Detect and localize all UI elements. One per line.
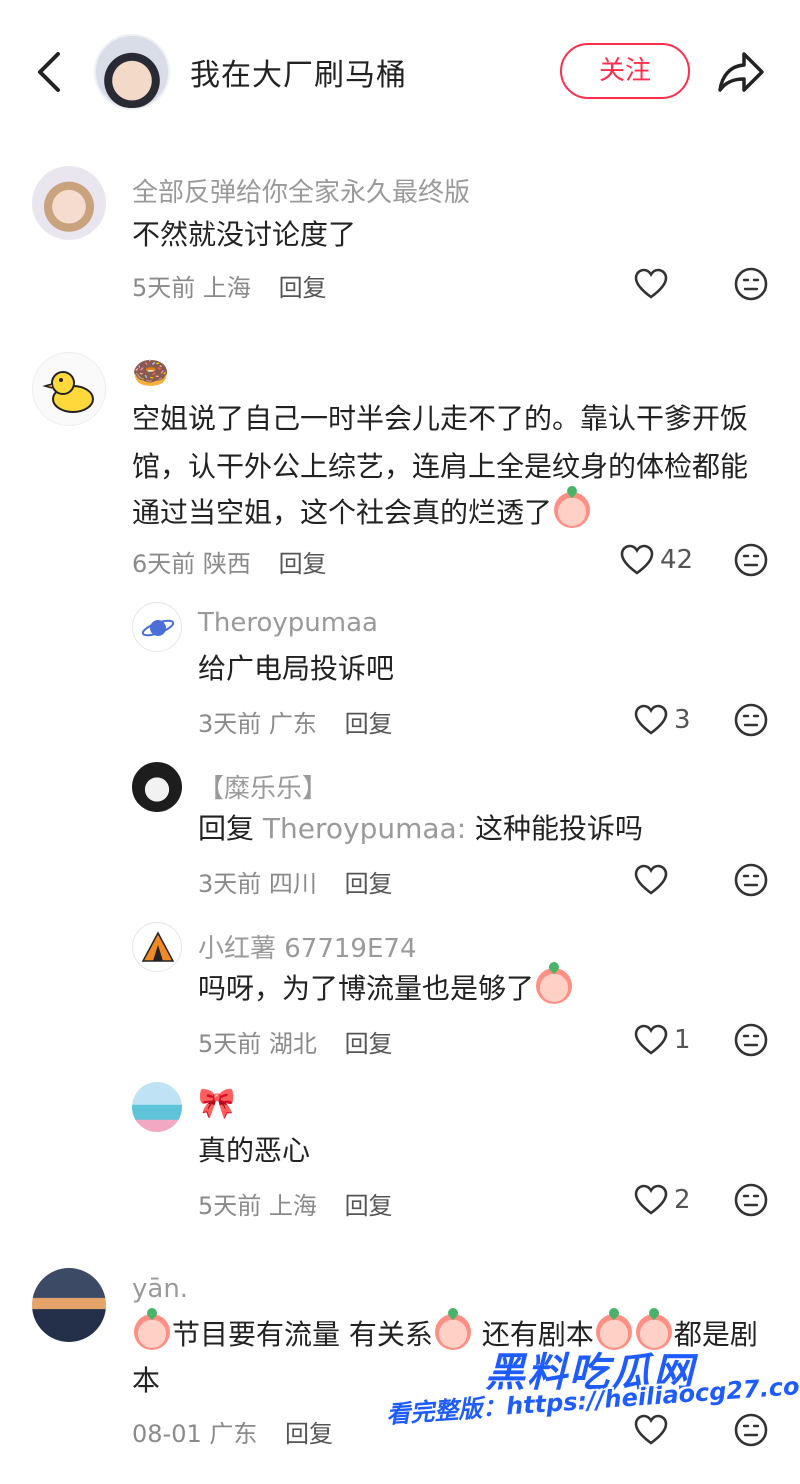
dislike-face-icon[interactable] <box>734 863 768 897</box>
comment-text-line: 吗呀，为了博流量也是够了 <box>198 966 574 1012</box>
comment-text: 通过当空姐，这个社会真的烂透了 <box>132 496 553 529</box>
dislike-face-icon[interactable] <box>734 267 768 301</box>
heart-icon <box>634 1184 668 1215</box>
author-name[interactable]: 我在大厂刷马桶 <box>190 50 407 94</box>
comment-meta: 6天前 陕西 回复 <box>132 544 327 579</box>
crying-emoji-icon <box>554 492 591 528</box>
comment-location: 广东 <box>268 710 317 738</box>
reply-button[interactable]: 回复 <box>279 274 327 302</box>
commenter-avatar[interactable] <box>132 1082 182 1132</box>
comment-meta: 5天前 湖北 回复 <box>198 1024 393 1059</box>
tent-icon <box>141 931 175 962</box>
commenter-name[interactable]: 小红薯 67719E74 <box>198 928 417 965</box>
reply-button[interactable]: 回复 <box>345 1030 393 1058</box>
comment-location: 四川 <box>268 870 317 898</box>
heart-icon <box>634 1024 668 1055</box>
comment-text-line: 馆，认干外公上综艺，连肩上全是纹身的体检都能 <box>132 450 749 483</box>
like-button[interactable] <box>634 264 668 304</box>
comment-text: 吗呀，为了博流量也是够了 <box>198 972 535 1005</box>
peach-emoji-icon <box>134 1314 170 1350</box>
planet-icon <box>141 619 175 637</box>
comment-text: 真的恶心 <box>198 1134 311 1167</box>
commenter-avatar[interactable] <box>132 602 182 652</box>
commenter-avatar[interactable] <box>132 922 182 972</box>
reply-button[interactable]: 回复 <box>345 870 393 898</box>
back-arrow-icon[interactable] <box>30 48 70 96</box>
like-button[interactable] <box>634 860 668 900</box>
comment-meta: 3天前 广东 回复 <box>198 704 393 739</box>
comment-text-line: 通过当空姐，这个社会真的烂透了 <box>132 490 592 536</box>
comment-text: 回复 Theroypumaa: 这种能投诉吗 <box>198 806 643 852</box>
sweat-emoji-icon <box>536 968 573 1004</box>
reply-button[interactable]: 回复 <box>345 1192 393 1220</box>
comment-text: 节目要有流量 有关系 <box>172 1318 433 1351</box>
dislike-face-icon[interactable] <box>734 543 768 577</box>
commenter-name[interactable]: 【糜乐乐】 <box>198 768 328 805</box>
like-button[interactable]: 3 <box>634 700 691 740</box>
mention-link[interactable]: Theroypumaa: <box>263 812 466 845</box>
comment-time: 5天前 <box>198 1192 262 1220</box>
commenter-name[interactable]: yān. <box>132 1274 188 1304</box>
comment-location: 广东 <box>209 1420 258 1448</box>
like-count: 3 <box>674 705 691 735</box>
commenter-name[interactable]: 全部反弹给你全家永久最终版 <box>132 172 470 209</box>
duck-icon <box>42 371 94 413</box>
comment-location: 湖北 <box>268 1030 317 1058</box>
commenter-avatar[interactable] <box>32 1268 106 1342</box>
like-button[interactable]: 2 <box>634 1180 691 1220</box>
comment-location: 上海 <box>202 274 251 302</box>
comment-location: 陕西 <box>202 550 251 578</box>
like-button[interactable] <box>634 1410 668 1450</box>
follow-button[interactable]: 关注 <box>560 43 690 99</box>
reply-button[interactable]: 回复 <box>279 550 327 578</box>
commenter-name[interactable]: 🍩 <box>132 356 169 391</box>
comment-time: 5天前 <box>132 274 196 302</box>
heart-icon <box>634 268 668 299</box>
commenter-avatar[interactable] <box>32 352 106 426</box>
comment-meta: 5天前 上海 回复 <box>198 1186 393 1221</box>
comment-meta: 08-01 广东 回复 <box>132 1414 333 1449</box>
peach-emoji-icon <box>434 1314 471 1350</box>
commenter-avatar[interactable] <box>132 762 182 812</box>
comment-time: 08-01 <box>132 1420 202 1448</box>
dislike-face-icon[interactable] <box>734 1183 768 1217</box>
comment-time: 3天前 <box>198 710 262 738</box>
reply-button[interactable]: 回复 <box>285 1420 333 1448</box>
comment-body: 这种能投诉吗 <box>475 812 644 845</box>
heart-icon <box>634 1414 668 1445</box>
like-button[interactable]: 1 <box>634 1020 691 1060</box>
heart-icon <box>620 544 654 575</box>
comment-time: 6天前 <box>132 550 196 578</box>
comment-time: 3天前 <box>198 870 262 898</box>
reply-prefix: 回复 <box>198 812 255 845</box>
dislike-face-icon[interactable] <box>734 1023 768 1057</box>
like-count: 1 <box>674 1025 691 1055</box>
comment-location: 上海 <box>268 1192 317 1220</box>
comment-text: 不然就没讨论度了 <box>132 218 357 251</box>
commenter-avatar[interactable] <box>32 166 106 240</box>
comment-time: 5天前 <box>198 1030 262 1058</box>
author-avatar[interactable] <box>94 34 170 110</box>
comment-meta: 3天前 四川 回复 <box>198 864 393 899</box>
reply-button[interactable]: 回复 <box>345 710 393 738</box>
comment-text: 给广电局投诉吧 <box>198 652 395 685</box>
commenter-name[interactable]: 🎀 <box>198 1086 235 1121</box>
like-count: 2 <box>674 1185 691 1215</box>
heart-icon <box>634 704 668 735</box>
heart-icon <box>634 864 668 895</box>
comment-text-line: 本 <box>132 1364 161 1397</box>
dislike-face-icon[interactable] <box>734 703 768 737</box>
comment-text-line: 空姐说了自己一时半会儿走不了的。靠认干爹开饭 <box>132 402 749 435</box>
comment-meta: 5天前 上海 回复 <box>132 268 327 303</box>
dislike-face-icon[interactable] <box>734 1413 768 1447</box>
top-bar: 我在大厂刷马桶 关注 <box>0 0 800 140</box>
commenter-name[interactable]: Theroypumaa <box>198 608 378 638</box>
share-icon[interactable] <box>716 48 766 96</box>
like-button[interactable]: 42 <box>620 540 693 580</box>
like-count: 42 <box>660 545 694 575</box>
